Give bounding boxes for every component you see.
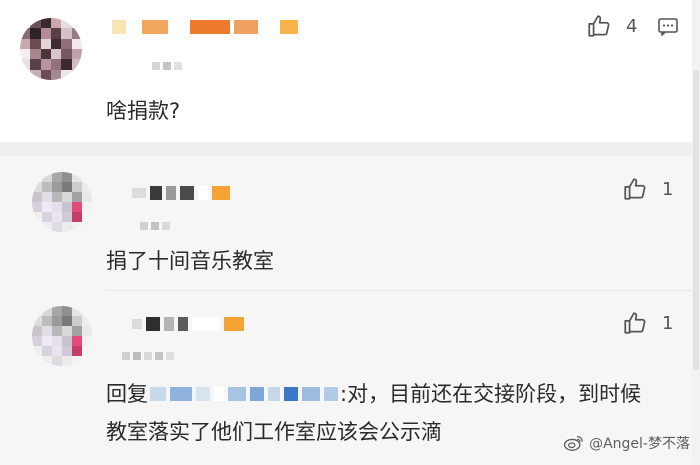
- mentioned-user-redacted[interactable]: [150, 387, 338, 401]
- username-redacted[interactable]: [132, 317, 244, 331]
- thumbs-up-icon[interactable]: [622, 176, 648, 202]
- divider: [106, 290, 692, 291]
- like-control[interactable]: 4: [586, 13, 637, 39]
- like-count: 1: [662, 178, 674, 200]
- reply-body-line2: 教室落实了他们工作室应该会公示滴: [106, 420, 442, 444]
- reply-prefix: 回复: [106, 382, 148, 406]
- watermark-text: @Angel-梦不落: [589, 436, 690, 452]
- like-count: 1: [662, 312, 674, 334]
- like-control[interactable]: 1: [622, 310, 673, 336]
- thumbs-up-icon[interactable]: [622, 310, 648, 336]
- like-count: 4: [626, 15, 638, 37]
- comment-bubble-icon[interactable]: [656, 15, 680, 39]
- weibo-logo-icon: [563, 436, 583, 451]
- scrollbar[interactable]: [692, 0, 700, 465]
- reply-text: 回复 :对，目前还在交接阶段，到时候 教室落实了他们工作室应该会公示滴: [106, 375, 641, 451]
- username-redacted[interactable]: [112, 20, 298, 34]
- comment-card-1: 4 啥捐款?: [0, 0, 692, 142]
- username-redacted[interactable]: [132, 186, 230, 200]
- section-divider: [0, 142, 692, 156]
- avatar[interactable]: [32, 306, 92, 366]
- reply-body-line1: :对，目前还在交接阶段，到时候: [340, 382, 642, 406]
- comment-text: 啥捐款?: [106, 99, 181, 123]
- timestamp-redacted: [152, 62, 182, 70]
- timestamp-redacted: [122, 352, 174, 360]
- avatar[interactable]: [20, 18, 82, 80]
- timestamp-redacted: [140, 222, 170, 230]
- avatar[interactable]: [32, 172, 92, 232]
- weibo-watermark: @Angel-梦不落: [563, 433, 690, 453]
- scrollbar-thumb[interactable]: [693, 70, 699, 370]
- like-control[interactable]: 1: [622, 176, 673, 202]
- thumbs-up-icon[interactable]: [586, 13, 612, 39]
- comment-text: 捐了十间音乐教室: [106, 249, 274, 273]
